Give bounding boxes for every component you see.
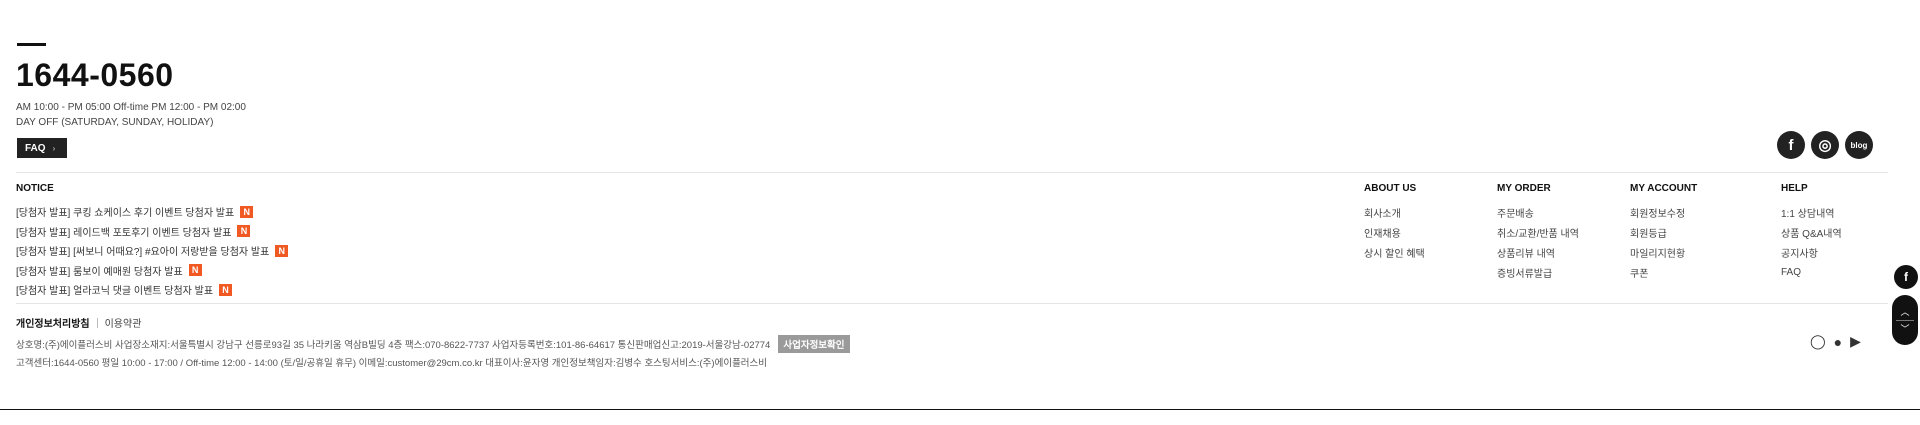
separator — [96, 317, 98, 328]
app-badges: ◯ ● ▶ — [1810, 333, 1861, 350]
business-check-button[interactable]: 사업자정보확인 — [778, 335, 850, 353]
footer-link[interactable]: 회원정보수정 — [1630, 202, 1697, 222]
new-badge: N — [219, 283, 233, 296]
divider — [16, 172, 1888, 173]
faq-button[interactable]: FAQ › — [17, 138, 67, 158]
notice-title: NOTICE — [16, 183, 54, 194]
footer-link[interactable]: 취소/교환/반품 내역 — [1497, 222, 1579, 242]
instagram-icon: ◎ — [1818, 137, 1832, 154]
day-off-line: DAY OFF (SATURDAY, SUNDAY, HOLIDAY) — [16, 117, 214, 128]
scroll-controls: ︿ ﹀ — [1892, 295, 1918, 345]
footer-link[interactable]: 1:1 상담내역 — [1781, 202, 1842, 222]
column-title: MY ORDER — [1497, 183, 1551, 194]
accent-dash — [17, 43, 46, 46]
notice-text: [당첨자 발표] 쿠킹 쇼케이스 후기 이벤트 당첨자 발표 — [16, 208, 235, 220]
scroll-down-icon[interactable]: ﹀ — [1900, 321, 1909, 337]
column-title: MY ACCOUNT — [1630, 183, 1698, 194]
notice-item[interactable]: [당첨자 발표] [써보니 어때요?] #요아이 저랑받을 당첨자 발표 N — [16, 241, 289, 261]
bottom-border — [0, 409, 1920, 410]
footer-link[interactable]: 증빙서류발급 — [1497, 262, 1579, 282]
google-play-icon[interactable]: ▶ — [1850, 333, 1861, 350]
terms-link[interactable]: 이용약관 — [105, 315, 142, 330]
my-account-column: MY ACCOUNT 회원정보수정 회원등급 마일리지현황 쿠폰 — [1630, 183, 1697, 282]
policy-links: 개인정보처리방침 이용약관 — [16, 315, 141, 330]
blog-icon: blog — [1850, 140, 1868, 150]
hours-line: AM 10:00 - PM 05:00 Off-time PM 12:00 - … — [16, 102, 246, 113]
divider — [16, 303, 1888, 304]
column-title: ABOUT US — [1364, 183, 1417, 194]
footer-link[interactable]: 마일리지현황 — [1630, 242, 1697, 262]
new-badge: N — [240, 205, 254, 218]
new-badge: N — [275, 244, 289, 257]
footer-link[interactable]: 인재채용 — [1364, 222, 1425, 242]
instagram-link[interactable]: ◎ — [1811, 131, 1839, 159]
notice-item[interactable]: [당첨자 발표] 쿠킹 쇼케이스 후기 이벤트 당첨자 발표 N — [16, 202, 288, 222]
notice-text: [당첨자 발표] 룸보이 예매원 당첨자 발표 — [16, 266, 183, 278]
footer-link[interactable]: 쿠폰 — [1630, 262, 1697, 282]
footer-link[interactable]: 상품 Q&A내역 — [1781, 222, 1842, 242]
customer-phone: 1644-0560 — [16, 57, 174, 93]
apple-icon[interactable]: ● — [1834, 334, 1842, 350]
footer-link[interactable]: 공지사항 — [1781, 242, 1842, 262]
notice-text: [당첨자 발표] 얼라코닉 댓글 이벤트 당첨자 발표 — [16, 286, 214, 298]
notice-item[interactable]: [당첨자 발표] 룸보이 예매원 당첨자 발표 N — [16, 261, 288, 281]
faq-label: FAQ — [25, 142, 46, 154]
notice-text: [당첨자 발표] 레이드백 포토후기 이벤트 당첨자 발표 — [16, 227, 232, 239]
business-info-line: 상호명:(주)에이플러스비 사업장소재지:서울특별시 강남구 선릉로93길 35… — [16, 335, 850, 353]
business-info-text: 상호명:(주)에이플러스비 사업장소재지:서울특별시 강남구 선릉로93길 35… — [16, 340, 771, 351]
footer-link[interactable]: 상시 할인 혜택 — [1364, 242, 1425, 262]
footer-link[interactable]: FAQ — [1781, 262, 1842, 282]
customer-center-line: 고객센터:1644-0560 평일 10:00 - 17:00 / Off-ti… — [16, 358, 768, 369]
notice-list: [당첨자 발표] 쿠킹 쇼케이스 후기 이벤트 당첨자 발표 N [당첨자 발표]… — [16, 202, 289, 300]
scroll-up-icon[interactable]: ︿ — [1900, 304, 1909, 320]
facebook-icon: f — [1788, 136, 1794, 154]
facebook-link[interactable]: f — [1777, 131, 1805, 159]
notice-item[interactable]: [당첨자 발표] 레이드백 포토후기 이벤트 당첨자 발표 N — [16, 222, 288, 242]
footer-link[interactable]: 회사소개 — [1364, 202, 1425, 222]
footer-link[interactable]: 상품리뷰 내역 — [1497, 242, 1579, 262]
chevron-right-icon: › — [52, 143, 56, 153]
notice-text: [당첨자 발표] [써보니 어때요?] #요아이 저랑받을 당첨자 발표 — [16, 247, 270, 259]
floating-facebook-button[interactable]: f — [1894, 265, 1918, 289]
new-badge: N — [237, 225, 251, 238]
privacy-policy-link[interactable]: 개인정보처리방침 — [16, 315, 90, 330]
footer-link[interactable]: 회원등급 — [1630, 222, 1697, 242]
blog-link[interactable]: blog — [1845, 131, 1873, 159]
facebook-icon: f — [1904, 270, 1908, 284]
footer-link[interactable]: 주문배송 — [1497, 202, 1579, 222]
about-us-column: ABOUT US 회사소개 인재채용 상시 할인 혜택 — [1364, 183, 1425, 262]
notice-item[interactable]: [당첨자 발표] 얼라코닉 댓글 이벤트 당첨자 발표 N — [16, 280, 288, 300]
help-column: HELP 1:1 상담내역 상품 Q&A내역 공지사항 FAQ — [1781, 183, 1842, 282]
new-badge: N — [188, 264, 202, 277]
business-hours: AM 10:00 - PM 05:00 Off-time PM 12:00 - … — [16, 100, 246, 130]
circle-icon[interactable]: ◯ — [1810, 333, 1826, 350]
my-order-column: MY ORDER 주문배송 취소/교환/반품 내역 상품리뷰 내역 증빙서류발급 — [1497, 183, 1579, 282]
column-title: HELP — [1781, 183, 1808, 194]
